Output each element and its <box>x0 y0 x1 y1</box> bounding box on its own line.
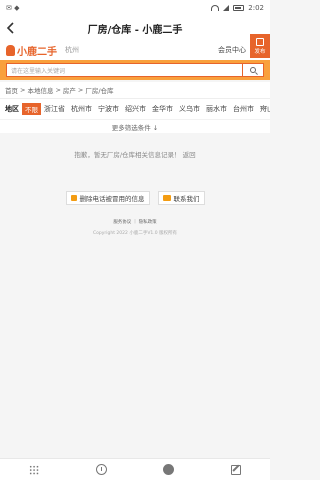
title-bar: 厂房/仓库 - 小鹿二手 <box>0 16 270 40</box>
more-filters-button[interactable]: 更多筛选条件 ↓ <box>0 119 270 133</box>
phone-icon <box>70 195 77 201</box>
site-logo[interactable]: 小鹿二手 <box>6 43 57 58</box>
crumb-sep: > <box>77 86 84 94</box>
breadcrumb: 首页 > 本地信息 > 房产 > 厂房/仓库 <box>0 82 270 99</box>
search-bar: 请在这里输入关键词 <box>0 60 270 80</box>
grid-icon <box>28 464 39 475</box>
empty-message: 抱歉，暂无厂房/仓库相关信息记录！ 返回 <box>74 151 196 159</box>
region-item[interactable]: 丽水市 <box>206 104 227 114</box>
status-bar: ✉ ◆ 2:02 <box>0 0 270 16</box>
crumb-home[interactable]: 首页 <box>5 85 18 95</box>
publish-button[interactable]: 发布 <box>250 34 270 58</box>
site-header: 小鹿二手 杭州 会员中心 发布 <box>0 34 270 60</box>
search-input[interactable]: 请在这里输入关键词 <box>6 63 242 77</box>
region-item[interactable]: 义乌市 <box>179 104 200 114</box>
user-icon <box>163 464 175 475</box>
crumb-sep: > <box>20 86 26 94</box>
tab-profile[interactable] <box>162 463 176 477</box>
tab-history[interactable] <box>94 463 108 477</box>
battery-icon <box>233 5 245 11</box>
crumb-realestate[interactable]: 房产 <box>63 85 76 95</box>
region-item[interactable]: 杭州市 <box>71 104 92 114</box>
crumb-sep: > <box>55 86 61 94</box>
bottom-tab-bar <box>0 458 270 480</box>
footer-links[interactable]: 服务协议 ｜ 隐私政策 <box>0 219 270 225</box>
publish-label: 发布 <box>254 48 266 55</box>
wifi-icon <box>211 5 220 11</box>
contact-us-label: 联系我们 <box>173 195 200 203</box>
delete-info-button[interactable]: 删除电话被冒用的信息 <box>65 191 150 205</box>
delete-info-label: 删除电话被冒用的信息 <box>79 195 145 203</box>
region-label: 地区 <box>5 105 19 113</box>
search-icon <box>250 67 256 73</box>
logo-text: 小鹿二手 <box>17 46 57 58</box>
region-filter: 地区 不限 浙江省 杭州市 宁波市 绍兴市 金华市 义乌市 丽水市 台州市 舟山… <box>0 99 270 119</box>
search-button[interactable] <box>242 63 264 77</box>
deer-logo-icon <box>6 44 15 56</box>
edit-icon <box>231 464 242 475</box>
status-left-icons: ✉ ◆ <box>6 4 20 12</box>
copyright: Copyright 2022 小鹿二手V1.0 版权所有 <box>93 231 177 236</box>
crumb-local-info[interactable]: 本地信息 <box>27 85 53 95</box>
city-selector[interactable]: 杭州 <box>65 45 79 55</box>
crumb-current: 厂房/仓库 <box>85 87 114 95</box>
signal-icon <box>223 5 230 11</box>
action-buttons: 删除电话被冒用的信息 联系我们 <box>0 191 270 205</box>
region-item[interactable]: 金华市 <box>152 104 173 114</box>
status-right: 2:02 <box>211 4 264 12</box>
region-item[interactable]: 浙江省 <box>44 104 65 114</box>
member-center-link[interactable]: 会员中心 <box>218 45 246 55</box>
region-selected[interactable]: 不限 <box>22 103 41 115</box>
clock-icon <box>95 464 107 475</box>
mail-icon <box>162 195 171 201</box>
pen-icon <box>256 37 264 46</box>
region-item[interactable]: 绍兴市 <box>125 104 146 114</box>
page-title: 厂房/仓库 - 小鹿二手 <box>87 24 183 36</box>
contact-us-button[interactable]: 联系我们 <box>157 191 205 205</box>
tab-publish[interactable] <box>229 463 243 477</box>
tab-menu[interactable] <box>27 463 41 477</box>
status-time: 2:02 <box>248 4 264 12</box>
region-item[interactable]: 宁波市 <box>98 104 119 114</box>
back-arrow-icon[interactable] <box>6 22 16 34</box>
region-item[interactable]: 台州市 <box>233 104 254 114</box>
